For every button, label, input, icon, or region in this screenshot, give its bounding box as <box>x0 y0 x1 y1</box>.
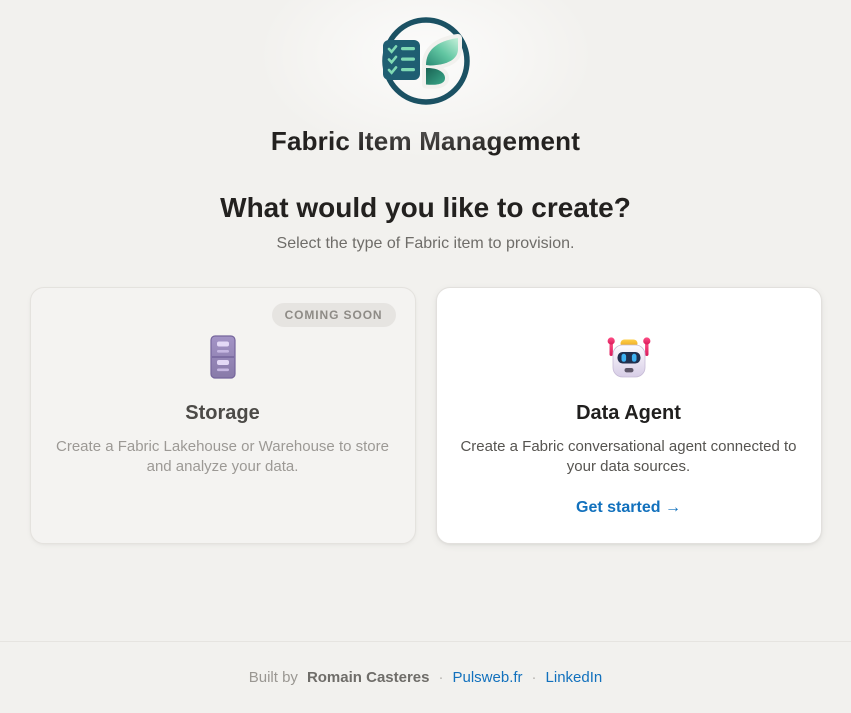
card-title-data-agent: Data Agent <box>437 402 821 425</box>
page: Fabric Item Management What would you li… <box>0 0 851 713</box>
footer: Built by Romain Casteres · Pulsweb.fr · … <box>0 641 851 713</box>
card-description-data-agent: Create a Fabric conversational agent con… <box>451 437 807 478</box>
item-type-cards: COMING SOON <box>30 287 822 544</box>
robot-icon <box>604 333 654 381</box>
linkedin-link[interactable]: LinkedIn <box>546 669 603 686</box>
page-subheading: Select the type of Fabric item to provis… <box>0 235 851 253</box>
coming-soon-badge: COMING SOON <box>272 303 396 327</box>
card-description-storage: Create a Fabric Lakehouse or Warehouse t… <box>45 437 401 478</box>
app-title: Fabric Item Management <box>0 126 851 157</box>
author-name: Romain Casteres <box>307 669 430 686</box>
card-icon-wrap <box>31 333 415 381</box>
main-content: Fabric Item Management What would you li… <box>0 0 851 641</box>
card-title-storage: Storage <box>31 402 415 425</box>
get-started-link[interactable]: Get started → <box>576 499 681 517</box>
separator-dot: · <box>532 669 537 686</box>
built-by-label: Built by <box>249 669 298 686</box>
fabric-checklist-logo-icon <box>368 13 484 109</box>
hero-section: What would you like to create? Select th… <box>0 192 851 253</box>
page-heading: What would you like to create? <box>0 192 851 224</box>
logo-area <box>0 0 851 109</box>
separator-dot: · <box>439 669 444 686</box>
file-cabinet-icon <box>199 333 247 381</box>
pulsweb-link[interactable]: Pulsweb.fr <box>453 669 523 686</box>
card-icon-wrap <box>437 333 821 381</box>
data-agent-card[interactable]: Data Agent Create a Fabric conversationa… <box>436 287 822 544</box>
storage-card: COMING SOON <box>30 287 416 544</box>
